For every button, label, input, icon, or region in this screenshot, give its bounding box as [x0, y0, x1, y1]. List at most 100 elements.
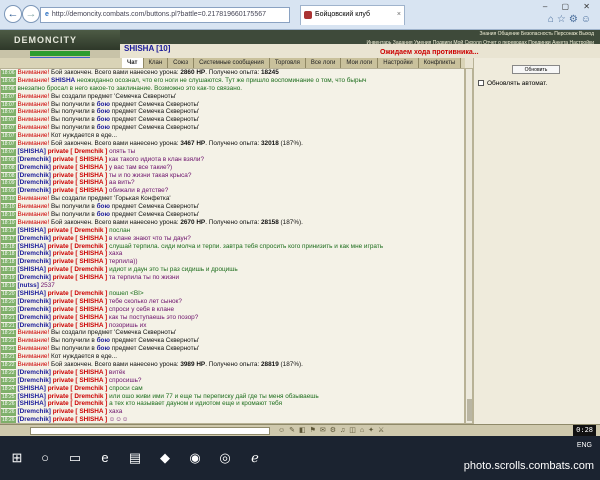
- message-part[interactable]: [Dremchik]: [18, 258, 53, 265]
- tab-2[interactable]: Союз: [168, 58, 195, 68]
- message-part[interactable]: бою: [97, 337, 112, 344]
- message-part[interactable]: бою: [97, 345, 112, 352]
- message-part[interactable]: private [ SHISHA ]: [53, 258, 109, 265]
- message-part[interactable]: [Dremchik]: [18, 298, 53, 305]
- message-part[interactable]: SHISHA: [51, 77, 77, 84]
- message-part[interactable]: [Dremchik]: [18, 274, 53, 281]
- chat-message: 18:06 внезапно бросал в него какое-то зак…: [1, 85, 464, 93]
- checkbox-icon[interactable]: [478, 80, 484, 87]
- message-part[interactable]: private [ Dremchik ]: [48, 400, 109, 407]
- system-tray[interactable]: ENG: [577, 442, 592, 449]
- message-part[interactable]: [Dremchik]: [18, 172, 53, 179]
- firefox-icon[interactable]: ◉: [182, 445, 208, 471]
- message-part[interactable]: [Dremchik]: [18, 156, 53, 163]
- explorer-icon[interactable]: ▤: [122, 445, 148, 471]
- opponent-name[interactable]: SHISHA [10]: [124, 44, 170, 53]
- address-bar[interactable]: e http://demoncity.combats.com/buttons.pl…: [40, 7, 290, 23]
- chrome-icon[interactable]: ◎: [212, 445, 238, 471]
- message-part[interactable]: [Dremchik]: [18, 322, 53, 329]
- message-part[interactable]: бою: [97, 203, 112, 210]
- message-part[interactable]: [Dremchik]: [18, 250, 53, 257]
- message-part[interactable]: [Dremchik]: [18, 416, 53, 423]
- message-part[interactable]: private [ Dremchik ]: [48, 148, 109, 155]
- message-part[interactable]: [Dremchik]: [18, 314, 53, 321]
- message-part[interactable]: private [ SHISHA ]: [53, 235, 109, 242]
- message-part[interactable]: private [ SHISHA ]: [53, 250, 109, 257]
- message-part[interactable]: private [ Dremchik ]: [48, 290, 109, 297]
- message-part[interactable]: [SHISHA]: [18, 227, 48, 234]
- back-icon[interactable]: ←: [4, 5, 22, 23]
- timestamp: 18:18: [1, 259, 16, 267]
- store-icon[interactable]: ◆: [152, 445, 178, 471]
- message-part[interactable]: private [ SHISHA ]: [53, 164, 109, 171]
- message-part[interactable]: private [ SHISHA ]: [53, 314, 109, 321]
- message-part[interactable]: private [ SHISHA ]: [53, 156, 109, 163]
- chat-message: 18:26 [SHISHA] private [ Dremchik ] а тех…: [1, 400, 464, 409]
- message-part[interactable]: [Dremchik]: [18, 377, 53, 384]
- message-part[interactable]: private [ SHISHA ]: [53, 377, 109, 384]
- message-part[interactable]: бою: [97, 116, 112, 123]
- task-view-icon[interactable]: ▭: [62, 445, 88, 471]
- message-part[interactable]: private [ SHISHA ]: [53, 306, 109, 313]
- message-part[interactable]: private [ SHISHA ]: [53, 369, 109, 376]
- message-part[interactable]: [Dremchik]: [18, 306, 53, 313]
- tab-0[interactable]: Чат: [122, 58, 144, 68]
- message-part[interactable]: [nutss]: [18, 282, 41, 289]
- chat-scrollbar[interactable]: [465, 68, 473, 424]
- chat-action-icons[interactable]: ☺✎◧⚑✉⚙♫◫⌂✦⚔: [278, 426, 388, 434]
- message-part[interactable]: [SHISHA]: [18, 400, 48, 407]
- search-icon[interactable]: ○: [32, 445, 58, 471]
- chat-message: 18:10 Внимание! Вы создали предмет 'Горьк…: [1, 195, 464, 204]
- tab-1[interactable]: Клан: [143, 58, 169, 68]
- message-part[interactable]: [Dremchik]: [18, 408, 53, 415]
- forward-icon[interactable]: →: [22, 5, 40, 23]
- message-part[interactable]: private [ Dremchik ]: [48, 393, 109, 400]
- tab-8[interactable]: Конфликты: [418, 58, 462, 68]
- message-part[interactable]: private [ Dremchik ]: [48, 385, 109, 392]
- message-part[interactable]: бою: [97, 124, 112, 131]
- tab-4[interactable]: Торговля: [269, 58, 306, 68]
- tab-5[interactable]: Все логи: [305, 58, 342, 68]
- message-part[interactable]: [Dremchik]: [18, 179, 53, 186]
- message-part[interactable]: [SHISHA]: [18, 290, 48, 297]
- message-part[interactable]: [Dremchik]: [18, 164, 53, 171]
- message-part[interactable]: private [ SHISHA ]: [53, 187, 109, 194]
- message-part[interactable]: [SHISHA]: [18, 385, 48, 392]
- message-part[interactable]: [SHISHA]: [18, 393, 48, 400]
- close-tab-icon[interactable]: ×: [397, 6, 401, 24]
- message-part[interactable]: private [ SHISHA ]: [53, 408, 109, 415]
- message-part[interactable]: [Dremchik]: [18, 187, 53, 194]
- message-part[interactable]: private [ Dremchik ]: [48, 243, 109, 250]
- message-part[interactable]: [Dremchik]: [18, 235, 53, 242]
- tab-7[interactable]: Настройки: [378, 58, 419, 68]
- tab-combats[interactable]: Бойцовский клуб ×: [300, 5, 405, 25]
- message-part[interactable]: private [ SHISHA ]: [53, 179, 109, 186]
- browser-tools-icons[interactable]: ⌂☆⚙☺: [548, 14, 594, 25]
- message-part[interactable]: private [ SHISHA ]: [53, 172, 109, 179]
- tab-6[interactable]: Мои логи: [341, 58, 379, 68]
- ie-taskbar-icon[interactable]: ℯ: [242, 445, 268, 471]
- message-part[interactable]: [SHISHA]: [18, 148, 48, 155]
- message-part[interactable]: бою: [97, 101, 112, 108]
- refresh-button[interactable]: Обновить: [512, 65, 560, 74]
- message-part[interactable]: бою: [97, 211, 112, 218]
- timestamp: 18:08: [1, 156, 16, 164]
- message-part[interactable]: бою: [97, 108, 112, 115]
- tab-3[interactable]: Системные сообщения: [194, 58, 270, 68]
- message-part[interactable]: [SHISHA]: [18, 243, 48, 250]
- edge-icon[interactable]: e: [92, 445, 118, 471]
- message-part: как такого идиота в клан взяли?: [108, 155, 204, 163]
- message-part[interactable]: private [ SHISHA ]: [53, 298, 109, 305]
- message-part[interactable]: private [ SHISHA ]: [53, 274, 109, 281]
- message-part[interactable]: [Dremchik]: [18, 369, 53, 376]
- chat-input[interactable]: [30, 427, 270, 435]
- auto-refresh-checkbox[interactable]: Обновлять автомат.: [478, 80, 547, 87]
- message-part[interactable]: private [ SHISHA ]: [53, 416, 109, 423]
- start-icon[interactable]: ⊞: [4, 445, 30, 471]
- message-part[interactable]: private [ Dremchik ]: [48, 266, 109, 273]
- message-part[interactable]: private [ Dremchik ]: [48, 227, 109, 234]
- message-part[interactable]: [SHISHA]: [18, 266, 48, 273]
- window-controls[interactable]: ‒ ▢ ✕: [543, 2, 596, 11]
- scrollbar-thumb[interactable]: [467, 399, 472, 421]
- message-part[interactable]: private [ SHISHA ]: [53, 322, 109, 329]
